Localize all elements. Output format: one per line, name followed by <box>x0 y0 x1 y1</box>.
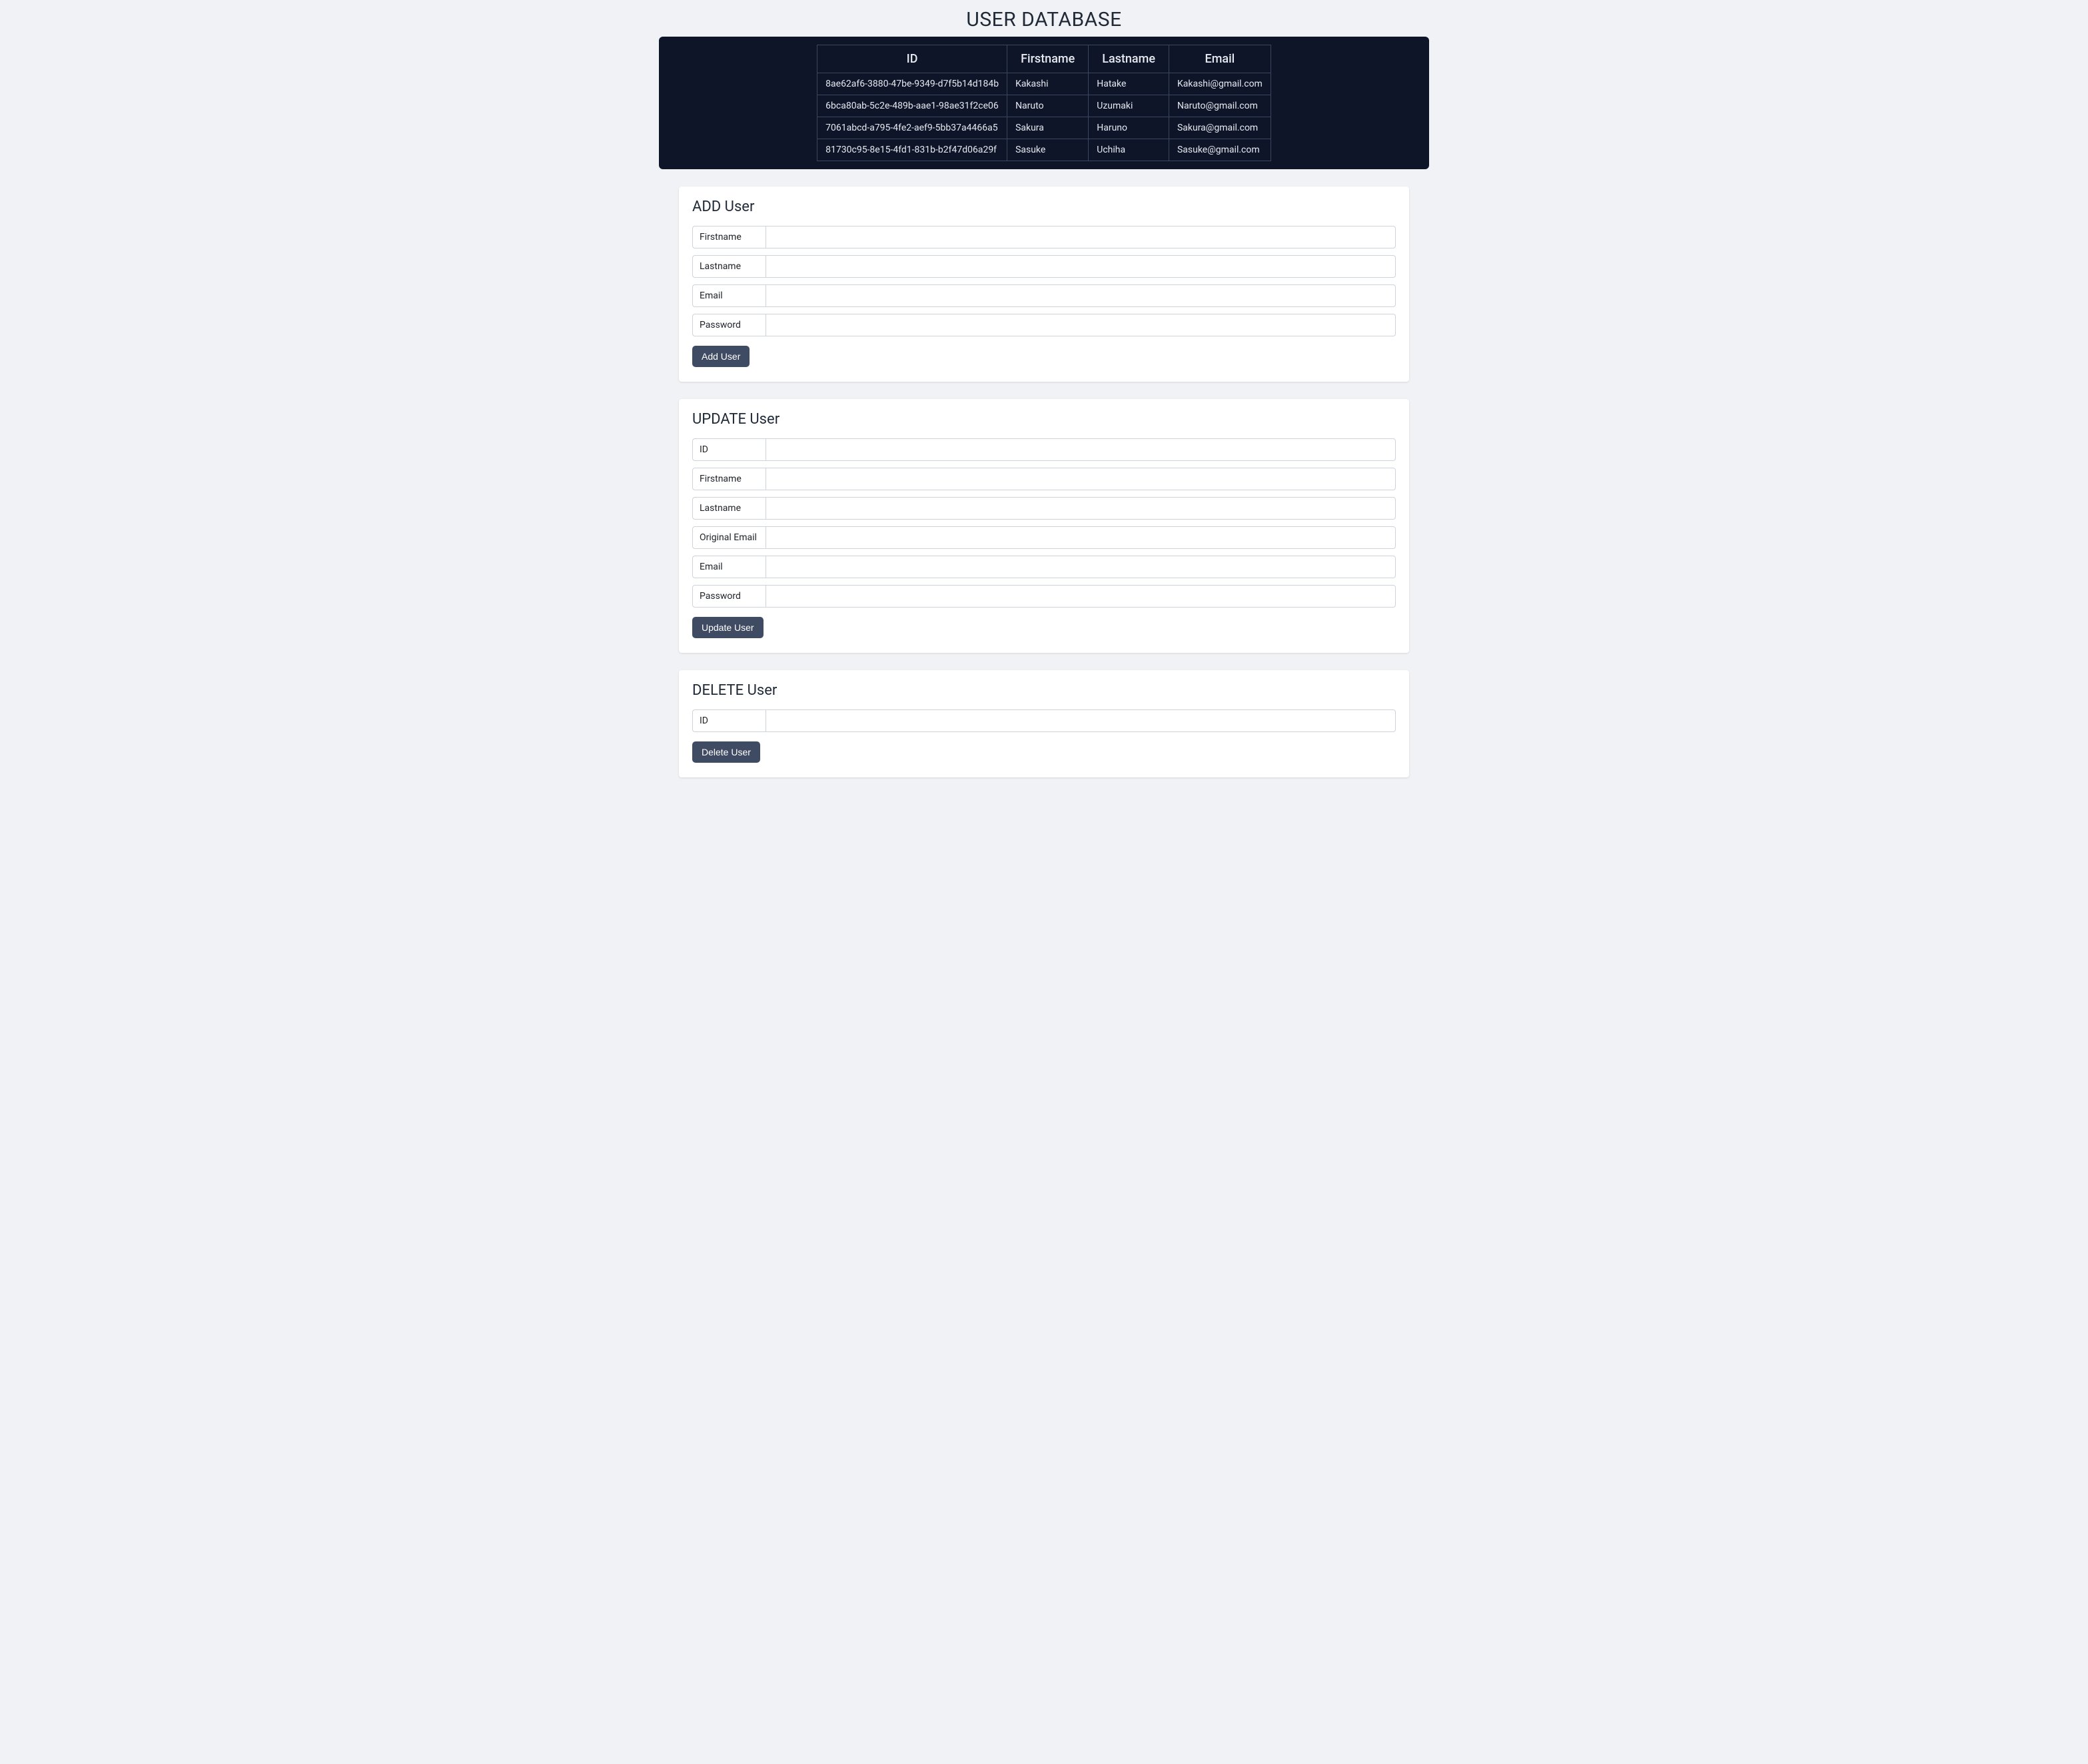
update-password-input[interactable] <box>766 585 1396 608</box>
cell-email: Sasuke@gmail.com <box>1169 139 1271 161</box>
col-header-firstname: Firstname <box>1007 45 1089 73</box>
table-row: 8ae62af6-3880-47be-9349-d7f5b14d184bKaka… <box>817 73 1271 95</box>
cell-lastname: Uchiha <box>1089 139 1169 161</box>
update-user-button[interactable]: Update User <box>692 617 764 638</box>
cell-lastname: Uzumaki <box>1089 95 1169 117</box>
table-row: 7061abcd-a795-4fe2-aef9-5bb37a4466a5Saku… <box>817 117 1271 139</box>
cell-id: 8ae62af6-3880-47be-9349-d7f5b14d184b <box>817 73 1007 95</box>
cell-firstname: Kakashi <box>1007 73 1089 95</box>
cell-firstname: Sakura <box>1007 117 1089 139</box>
delete-id-input[interactable] <box>766 709 1396 732</box>
user-table-panel: ID Firstname Lastname Email 8ae62af6-388… <box>659 37 1429 169</box>
col-header-id: ID <box>817 45 1007 73</box>
delete-user-title: DELETE User <box>692 682 1396 699</box>
update-lastname-row: Lastname <box>692 497 1396 520</box>
update-id-input[interactable] <box>766 438 1396 461</box>
user-table: ID Firstname Lastname Email 8ae62af6-388… <box>817 45 1271 161</box>
update-id-label: ID <box>692 438 766 461</box>
table-row: 6bca80ab-5c2e-489b-aae1-98ae31f2ce06Naru… <box>817 95 1271 117</box>
table-header-row: ID Firstname Lastname Email <box>817 45 1271 73</box>
col-header-email: Email <box>1169 45 1271 73</box>
add-lastname-input[interactable] <box>766 255 1396 278</box>
add-password-row: Password <box>692 314 1396 336</box>
add-firstname-input[interactable] <box>766 226 1396 248</box>
cell-email: Kakashi@gmail.com <box>1169 73 1271 95</box>
update-firstname-label: Firstname <box>692 468 766 490</box>
table-row: 81730c95-8e15-4fd1-831b-b2f47d06a29fSasu… <box>817 139 1271 161</box>
update-user-card: UPDATE User ID Firstname Lastname Origin… <box>679 399 1409 653</box>
delete-user-button[interactable]: Delete User <box>692 741 760 763</box>
update-original-email-input[interactable] <box>766 526 1396 549</box>
add-email-input[interactable] <box>766 284 1396 307</box>
add-email-row: Email <box>692 284 1396 307</box>
update-lastname-label: Lastname <box>692 497 766 520</box>
update-email-input[interactable] <box>766 556 1396 578</box>
add-lastname-label: Lastname <box>692 255 766 278</box>
cell-id: 7061abcd-a795-4fe2-aef9-5bb37a4466a5 <box>817 117 1007 139</box>
delete-id-row: ID <box>692 709 1396 732</box>
update-email-label: Email <box>692 556 766 578</box>
add-user-title: ADD User <box>692 199 1396 215</box>
add-password-label: Password <box>692 314 766 336</box>
add-email-label: Email <box>692 284 766 307</box>
update-password-label: Password <box>692 585 766 608</box>
cell-firstname: Sasuke <box>1007 139 1089 161</box>
update-firstname-input[interactable] <box>766 468 1396 490</box>
add-firstname-row: Firstname <box>692 226 1396 248</box>
page-title: USER DATABASE <box>659 0 1429 37</box>
delete-user-card: DELETE User ID Delete User <box>679 670 1409 777</box>
update-lastname-input[interactable] <box>766 497 1396 520</box>
cell-firstname: Naruto <box>1007 95 1089 117</box>
cell-id: 6bca80ab-5c2e-489b-aae1-98ae31f2ce06 <box>817 95 1007 117</box>
add-user-button[interactable]: Add User <box>692 346 750 367</box>
update-original-email-row: Original Email <box>692 526 1396 549</box>
delete-id-label: ID <box>692 709 766 732</box>
update-firstname-row: Firstname <box>692 468 1396 490</box>
add-lastname-row: Lastname <box>692 255 1396 278</box>
update-password-row: Password <box>692 585 1396 608</box>
col-header-lastname: Lastname <box>1089 45 1169 73</box>
add-user-card: ADD User Firstname Lastname Email Passwo… <box>679 187 1409 382</box>
cell-lastname: Hatake <box>1089 73 1169 95</box>
add-firstname-label: Firstname <box>692 226 766 248</box>
user-table-body: 8ae62af6-3880-47be-9349-d7f5b14d184bKaka… <box>817 73 1271 161</box>
update-user-title: UPDATE User <box>692 411 1396 428</box>
cell-id: 81730c95-8e15-4fd1-831b-b2f47d06a29f <box>817 139 1007 161</box>
update-email-row: Email <box>692 556 1396 578</box>
add-password-input[interactable] <box>766 314 1396 336</box>
cell-email: Sakura@gmail.com <box>1169 117 1271 139</box>
update-id-row: ID <box>692 438 1396 461</box>
update-original-email-label: Original Email <box>692 526 766 549</box>
cell-lastname: Haruno <box>1089 117 1169 139</box>
cell-email: Naruto@gmail.com <box>1169 95 1271 117</box>
